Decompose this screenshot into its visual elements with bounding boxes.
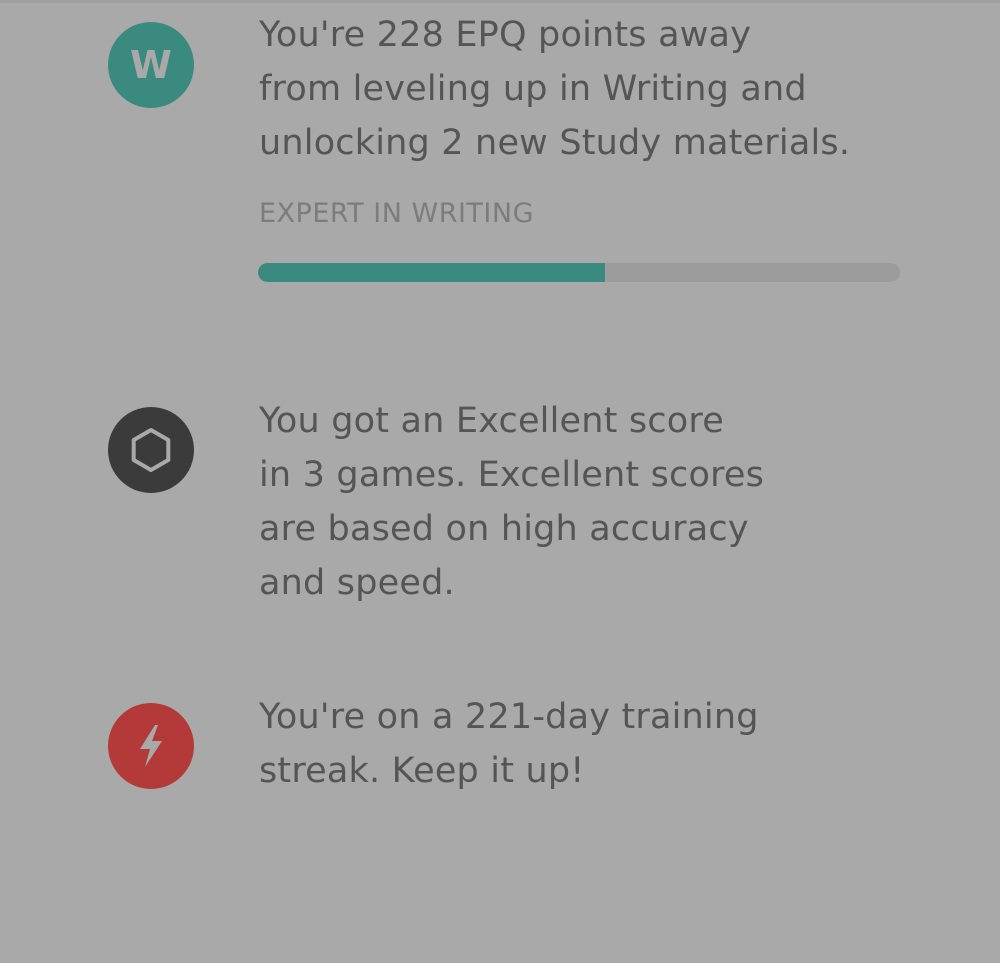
training-streak-message: You're on a 221-day training streak. Kee… [259, 697, 759, 791]
writing-progress-fill [258, 263, 605, 282]
excellent-score-card: You got an Excellent score in 3 games. E… [0, 380, 1000, 640]
writing-badge-letter: W [130, 43, 172, 87]
hexagon-icon [131, 428, 171, 472]
excellent-score-message: You got an Excellent score in 3 games. E… [259, 401, 765, 603]
writing-badge: W [108, 22, 194, 108]
training-streak-card: You're on a 221-day training streak. Kee… [0, 680, 1000, 820]
writing-level-card: W You're 228 EPQ points away from leveli… [0, 0, 1000, 300]
lightning-bolt-icon [140, 725, 162, 767]
writing-progress-bar [258, 263, 900, 282]
writing-level-label: EXPERT IN WRITING [259, 198, 535, 229]
streak-badge [108, 703, 194, 789]
writing-level-message: You're 228 EPQ points away from leveling… [259, 15, 851, 163]
games-badge [108, 407, 194, 493]
